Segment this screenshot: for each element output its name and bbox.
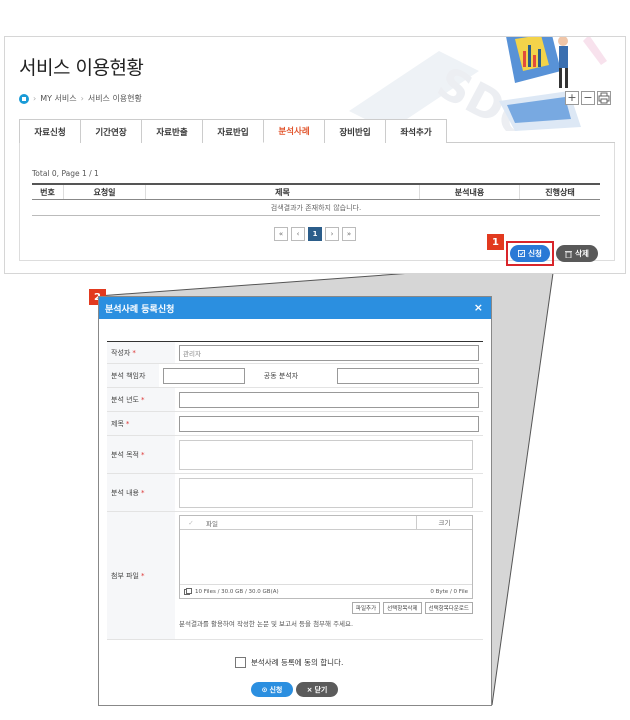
zoom-out-button[interactable]: −: [581, 91, 595, 105]
tab-seat-addition[interactable]: 좌석추가: [385, 119, 447, 143]
close-icon[interactable]: ×: [474, 301, 483, 314]
dialog-title: 분석사례 등록신청: [105, 304, 175, 315]
year-field[interactable]: [179, 391, 479, 408]
registration-form: 작성자 * 관리자 분석 책임자 공동 분석자 분석 년도 * 제목 * 분석 목적 *…: [107, 341, 483, 640]
delete-button[interactable]: 삭제: [556, 245, 598, 262]
download-selected-files-button[interactable]: 선택항목다운로드: [424, 602, 473, 614]
tab-analysis-cases[interactable]: 분석사례: [263, 119, 325, 143]
attachment-label: 첨부 파일 *: [107, 512, 175, 639]
col-title: 제목: [146, 185, 420, 199]
print-icon: [598, 92, 610, 104]
purpose-textarea[interactable]: [179, 439, 473, 470]
prev-page-button[interactable]: ‹: [291, 227, 305, 241]
content-label: 분석 내용 *: [107, 474, 175, 511]
file-summary: 10 Files / 30.0 GB / 30.0 GB(A) 0 Byte /…: [180, 584, 472, 598]
close-button[interactable]: × 닫기: [296, 682, 338, 697]
apply-button[interactable]: 신청: [510, 245, 550, 262]
lead-analyst-label: 분석 책임자: [107, 364, 159, 387]
breadcrumb-item-my-service[interactable]: MY 서비스: [40, 93, 76, 104]
total-count: Total 0, Page 1 / 1: [32, 169, 99, 178]
select-all-check-icon[interactable]: ✓: [180, 519, 202, 527]
delete-selected-files-button[interactable]: 선택항목삭제: [383, 602, 422, 614]
file-quota-text: 10 Files / 30.0 GB / 30.0 GB(A): [195, 588, 279, 595]
file-upload-area[interactable]: ✓ 파일 크기 10 Files / 30.0 GB / 30.0 GB(A) …: [179, 515, 473, 599]
content-textarea[interactable]: [179, 477, 473, 508]
service-usage-panel: SDC 서비스 이용현황 › MY 서비스 › 서비스 이용현황 + − 자료신…: [4, 36, 626, 274]
author-label: 작성자 *: [107, 342, 175, 363]
close-icon: ×: [306, 685, 313, 694]
page-title: 서비스 이용현황: [19, 57, 144, 79]
hero-illustration: SDC: [349, 37, 607, 131]
dialog-buttons: ⊙ 신청 × 닫기: [251, 682, 338, 697]
analysis-case-dialog: 분석사례 등록신청 × 작성자 * 관리자 분석 책임자 공동 분석자 분석 년도…: [98, 296, 492, 706]
file-actions: 파일추가 선택항목삭제 선택항목다운로드: [179, 602, 473, 614]
lead-analyst-field[interactable]: [163, 367, 245, 384]
empty-result-message: 검색결과가 존재하지 않습니다.: [32, 200, 600, 216]
submit-button-label: 신청: [269, 685, 283, 694]
page-1-button[interactable]: 1: [308, 227, 322, 241]
breadcrumb: › MY 서비스 › 서비스 이용현황: [19, 93, 142, 104]
col-request-date: 요청일: [64, 185, 146, 199]
co-analyst-field[interactable]: [337, 367, 479, 384]
add-file-button[interactable]: 파일추가: [351, 602, 381, 614]
home-icon[interactable]: [19, 93, 29, 104]
step-marker-1: 1: [487, 234, 504, 250]
tab-data-export[interactable]: 자료반출: [141, 119, 203, 143]
print-button[interactable]: [597, 91, 611, 105]
form-row-analysts: 분석 책임자 공동 분석자: [107, 364, 483, 388]
tab-data-request[interactable]: 자료신청: [19, 119, 81, 143]
form-row-year: 분석 년도 *: [107, 388, 483, 412]
tab-period-extension[interactable]: 기간연장: [80, 119, 142, 143]
close-button-label: 닫기: [314, 685, 328, 694]
agree-label: 분석사례 등록에 동의 합니다.: [251, 658, 344, 667]
submit-button[interactable]: ⊙ 신청: [251, 682, 293, 697]
files-icon: [184, 588, 192, 595]
apply-button-label: 신청: [528, 249, 542, 258]
col-number: 번호: [32, 185, 64, 199]
chevron-right-icon: ›: [33, 94, 37, 103]
check-square-icon: [518, 250, 526, 257]
first-page-button[interactable]: «: [274, 227, 288, 241]
co-analyst-label: 공동 분석자: [263, 371, 299, 380]
delete-button-label: 삭제: [575, 249, 589, 258]
last-page-button[interactable]: »: [342, 227, 356, 241]
tab-equipment-import[interactable]: 장비반입: [324, 119, 386, 143]
author-field[interactable]: 관리자: [179, 344, 479, 361]
purpose-label: 분석 목적 *: [107, 436, 175, 473]
tab-bar: 자료신청 기간연장 자료반출 자료반입 분석사례 장비반입 좌석추가: [19, 119, 615, 143]
breadcrumb-item-service-usage: 서비스 이용현황: [87, 94, 142, 103]
form-row-attachment: 첨부 파일 * ✓ 파일 크기 10 Files / 30.0 GB / 30.0…: [107, 512, 483, 640]
col-analysis-content: 분석내용: [420, 185, 520, 199]
agree-checkbox[interactable]: [235, 657, 246, 668]
subject-label: 제목 *: [107, 412, 175, 435]
pagination: « ‹ 1 › »: [274, 227, 356, 241]
size-column: 크기: [416, 515, 472, 530]
form-row-content: 분석 내용 *: [107, 474, 483, 512]
form-row-subject: 제목 *: [107, 412, 483, 436]
zoom-in-button[interactable]: +: [565, 91, 579, 105]
subject-field[interactable]: [179, 415, 479, 432]
file-column: 파일: [206, 519, 218, 528]
chevron-right-icon: ›: [80, 94, 84, 103]
tab-data-import[interactable]: 자료반입: [202, 119, 264, 143]
next-page-button[interactable]: ›: [325, 227, 339, 241]
file-total-size: 0 Byte / 0 File: [430, 588, 468, 595]
form-row-purpose: 분석 목적 *: [107, 436, 483, 474]
year-label: 분석 년도 *: [107, 388, 175, 411]
results-table: 번호 요청일 제목 분석내용 진행상태 검색결과가 존재하지 않습니다.: [32, 183, 600, 216]
check-circle-icon: ⊙: [261, 685, 268, 694]
trash-icon: [565, 250, 573, 258]
form-row-author: 작성자 * 관리자: [107, 342, 483, 364]
col-status: 진행상태: [545, 187, 575, 197]
window-controls: + −: [565, 91, 611, 105]
dialog-header: 분석사례 등록신청 ×: [99, 297, 491, 319]
file-list-header: ✓ 파일 크기: [180, 515, 472, 530]
table-header: 번호 요청일 제목 분석내용 진행상태: [32, 183, 600, 200]
agreement: 분석사례 등록에 동의 합니다.: [235, 657, 343, 668]
attachment-note: 분석결과를 활용하여 작성한 논문 및 보고서 등을 첨부해 주세요.: [179, 620, 354, 628]
